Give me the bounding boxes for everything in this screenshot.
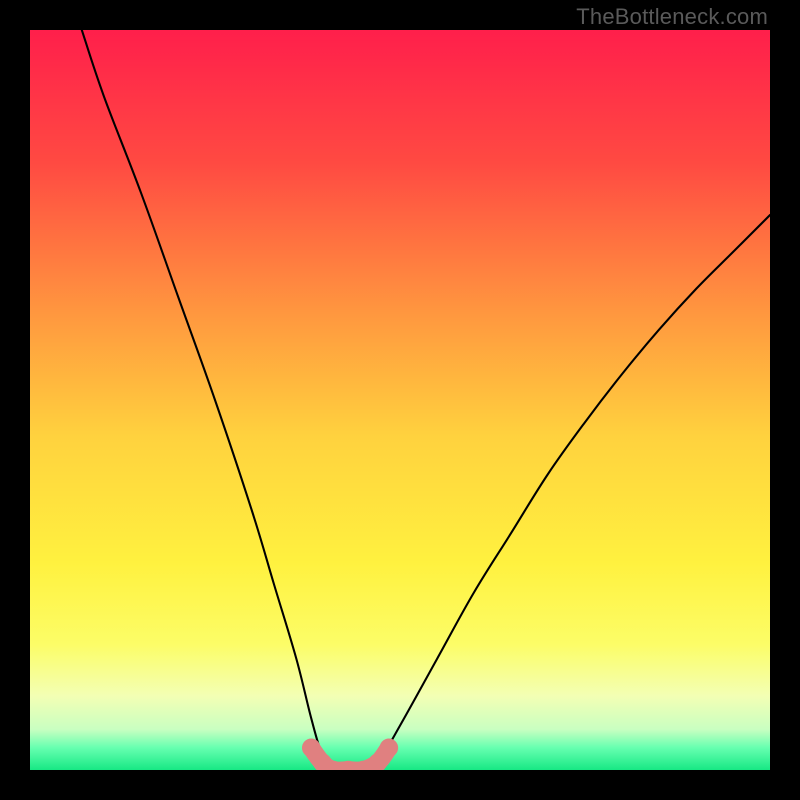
watermark-text: TheBottleneck.com — [576, 4, 768, 30]
plot-area — [30, 30, 770, 770]
chart-svg — [30, 30, 770, 770]
main-curve — [82, 30, 770, 770]
bottom-marker-dots — [302, 739, 398, 770]
marker-dot — [302, 739, 321, 758]
marker-dot — [380, 739, 399, 758]
outer-frame: TheBottleneck.com — [0, 0, 800, 800]
